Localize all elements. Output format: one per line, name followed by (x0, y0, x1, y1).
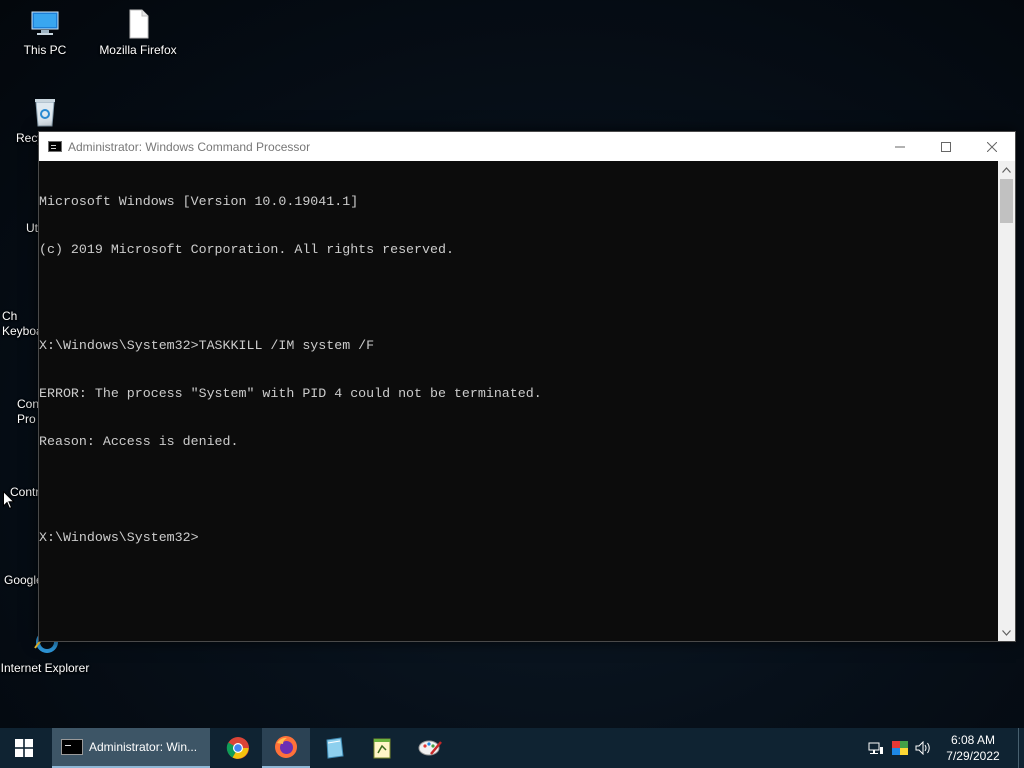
taskbar-item-firefox[interactable] (262, 728, 310, 768)
cmd-app-icon (48, 141, 62, 152)
notepad-icon (373, 738, 391, 759)
chevron-down-icon (1002, 629, 1011, 636)
scroll-up-button[interactable] (998, 161, 1015, 178)
desktop-icon-this-pc[interactable]: This PC (0, 8, 90, 58)
cmd-app-icon (61, 739, 83, 755)
maximize-button[interactable] (923, 132, 969, 161)
paint-brush-icon (418, 740, 442, 756)
console-output[interactable]: Microsoft Windows [Version 10.0.19041.1]… (39, 161, 999, 641)
clock-date: 7/29/2022 (946, 749, 1000, 763)
taskbar-item-chrome[interactable] (214, 728, 262, 768)
volume-icon[interactable] (914, 728, 934, 768)
close-button[interactable] (969, 132, 1015, 161)
windows-logo-icon (15, 739, 33, 757)
window-titlebar[interactable]: Administrator: Windows Command Processor (39, 132, 1015, 161)
chevron-up-icon (1002, 166, 1011, 173)
mouse-cursor-icon (3, 491, 15, 510)
minimize-button[interactable] (877, 132, 923, 161)
console-line: ERROR: The process "System" with PID 4 c… (39, 386, 542, 401)
maximize-icon (941, 141, 951, 152)
system-tray: 6:08 AM 7/29/2022 (866, 728, 1024, 768)
file-icon (122, 8, 154, 40)
taskbar-item-label: Administrator: Win... (89, 740, 198, 754)
desktop-icon-mozilla-firefox[interactable]: Mozilla Firefox (93, 8, 183, 58)
console-prompt-line[interactable]: X:\Windows\System32> (39, 530, 999, 546)
show-desktop-button[interactable] (1018, 728, 1024, 768)
window-title: Administrator: Windows Command Processor (68, 139, 311, 154)
console-line: Microsoft Windows [Version 10.0.19041.1] (39, 194, 359, 209)
command-prompt-window[interactable]: Administrator: Windows Command Processor… (38, 131, 1016, 642)
taskbar-item-command-prompt[interactable]: Administrator: Win... (52, 728, 210, 768)
taskbar-item-paint-brush[interactable] (406, 728, 454, 768)
network-icon[interactable] (866, 728, 886, 768)
console-line: Reason: Access is denied. (39, 434, 239, 449)
clock-time: 6:08 AM (950, 733, 996, 747)
display-color-icon[interactable] (890, 728, 910, 768)
recycle-bin-icon (29, 96, 61, 128)
desktop-icon-label: Internet Explorer (0, 661, 90, 675)
taskbar-item-paint[interactable] (310, 728, 358, 768)
scrollbar-thumb[interactable] (1000, 179, 1013, 223)
desktop-icon-label: Mozilla Firefox (99, 43, 177, 57)
taskbar-clock[interactable]: 6:08 AM 7/29/2022 (938, 732, 1008, 764)
taskbar-item-notepad[interactable] (358, 728, 406, 768)
vertical-scrollbar[interactable] (998, 161, 1015, 641)
scroll-down-button[interactable] (998, 624, 1015, 641)
minimize-icon (895, 146, 905, 147)
firefox-icon (275, 736, 297, 758)
taskbar: Administrator: Win... 6:08 AM 7/29/2022 (0, 728, 1024, 768)
console-line: X:\Windows\System32>TASKKILL /IM system … (39, 338, 375, 353)
start-button[interactable] (0, 728, 48, 768)
chrome-icon (226, 737, 249, 759)
desktop-icon-label: This PC (23, 43, 67, 57)
paint-icon (326, 737, 344, 759)
computer-icon (29, 8, 61, 40)
close-icon (987, 141, 997, 152)
console-line: (c) 2019 Microsoft Corporation. All righ… (39, 242, 454, 257)
